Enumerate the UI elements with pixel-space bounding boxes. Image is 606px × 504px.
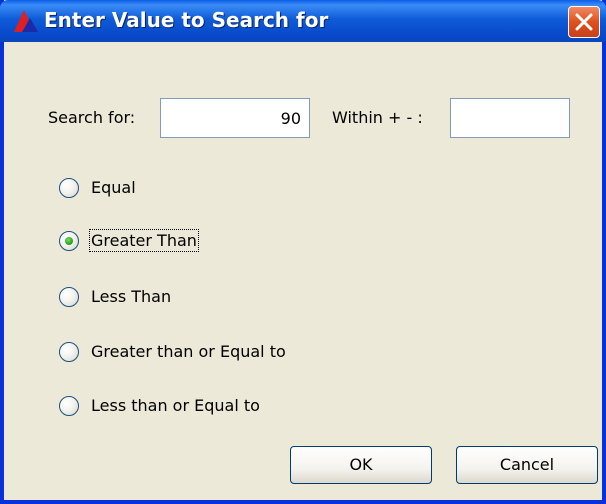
ok-button[interactable]: OK [290,446,432,484]
close-button[interactable] [568,6,600,38]
radio-greater-than-label: Greater Than [89,229,199,252]
radio-button[interactable] [59,342,79,362]
window-title: Enter Value to Search for [44,8,329,32]
title-bar[interactable]: Enter Value to Search for [0,0,606,42]
radio-less-than-label: Less Than [91,287,172,306]
radio-button[interactable] [59,178,79,198]
radio-greater-or-equal-label: Greater than or Equal to [91,342,286,361]
radio-button-selected[interactable] [59,231,79,251]
radio-button[interactable] [59,396,79,416]
selected-dot [65,237,73,245]
radio-equal-label: Equal [91,178,136,197]
radio-less-or-equal-label: Less than or Equal to [91,396,260,415]
dialog-window: Enter Value to Search for Search for: Wi… [0,0,606,504]
within-label: Within + - : [332,108,423,127]
search-for-label: Search for: [48,108,136,127]
app-icon [12,8,40,34]
search-value-input[interactable] [160,98,310,138]
close-icon [575,13,593,31]
cancel-button[interactable]: Cancel [456,446,598,484]
radio-button[interactable] [59,287,79,307]
within-value-input[interactable] [450,98,570,138]
